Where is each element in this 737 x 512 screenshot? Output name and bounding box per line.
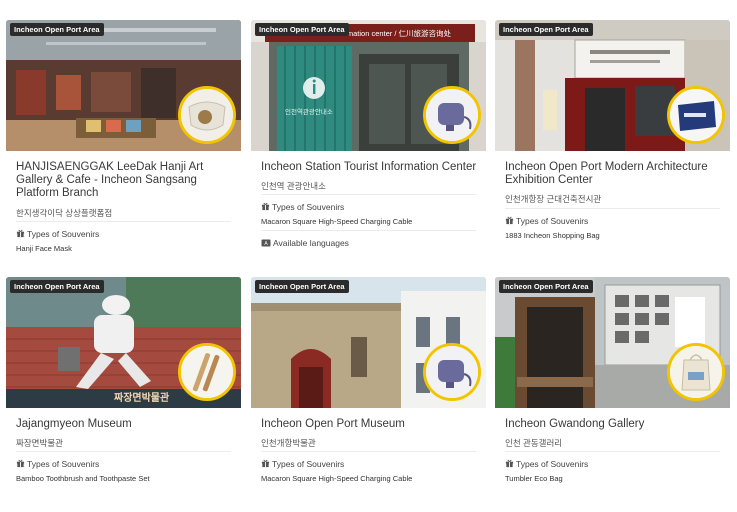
gift-icon (261, 202, 270, 211)
place-name-korean: 한지생각이닥 상상플랫폼점 (16, 208, 113, 218)
area-tag: Incheon Open Port Area (255, 280, 349, 293)
place-card[interactable]: Incheon tourist information center / 仁川旅… (251, 20, 486, 260)
charging-cable-image (426, 89, 478, 141)
place-photo[interactable]: Incheon Open Port Area (251, 277, 486, 408)
souvenir-thumbnail (423, 86, 481, 144)
area-tag: Incheon Open Port Area (499, 280, 593, 293)
souvenir-thumbnail (667, 343, 725, 401)
souvenir-value: Bamboo Toothbrush and Toothpaste Set (16, 474, 150, 483)
place-name-korean: 인천 관동갤러리 (505, 438, 563, 448)
souvenir-value: Macaron Square High-Speed Charging Cable (261, 474, 413, 483)
souvenir-thumbnail (178, 343, 236, 401)
place-card[interactable]: Incheon Open Port Area HANJISAENGGAK Lee… (6, 20, 241, 260)
languages-label: A Available languages (261, 238, 349, 248)
gift-icon (505, 459, 514, 468)
tumbler-eco-bag-image (670, 346, 722, 398)
place-name-korean: 인천개항장 근대건축전시관 (505, 194, 602, 204)
souvenir-types-label: Types of Souvenirs (16, 459, 99, 469)
souvenir-types-label: Types of Souvenirs (16, 229, 99, 239)
place-name-korean: 인천개항박물관 (261, 438, 316, 448)
place-name[interactable]: Incheon Open Port Modern Architecture Ex… (505, 161, 725, 187)
divider (505, 208, 720, 209)
place-name[interactable]: Incheon Open Port Museum (261, 418, 481, 431)
divider (16, 451, 231, 452)
gift-icon (505, 216, 514, 225)
gift-icon (16, 459, 25, 468)
place-name[interactable]: HANJISAENGGAK LeeDak Hanji Art Gallery &… (16, 161, 236, 200)
souvenir-thumbnail (423, 343, 481, 401)
sign-text-korean: 인천역관광안내소 (285, 109, 333, 116)
souvenir-types-label: Types of Souvenirs (261, 202, 344, 212)
place-card[interactable]: Incheon Open Port Area Incheon Gwandong … (495, 277, 730, 502)
souvenir-types-label: Types of Souvenirs (505, 459, 588, 469)
place-photo[interactable]: Incheon Open Port Area (495, 277, 730, 408)
souvenir-types-label: Types of Souvenirs (261, 459, 344, 469)
sign-text: 짜장면박물관 (114, 393, 170, 404)
language-icon: A (261, 239, 271, 247)
charging-cable-image (426, 346, 478, 398)
souvenir-value: Macaron Square High-Speed Charging Cable (261, 217, 413, 226)
area-tag: Incheon Open Port Area (10, 23, 104, 36)
divider (261, 194, 476, 195)
souvenir-value: Tumbler Eco Bag (505, 474, 563, 483)
gift-icon (16, 229, 25, 238)
face-mask-image (181, 89, 233, 141)
divider (16, 221, 231, 222)
divider (505, 451, 720, 452)
shopping-bag-image (670, 89, 722, 141)
place-card[interactable]: Incheon Open Port Area Incheon Open Port… (251, 277, 486, 502)
gift-icon (261, 459, 270, 468)
place-photo[interactable]: Incheon Open Port Area (6, 20, 241, 151)
area-tag: Incheon Open Port Area (255, 23, 349, 36)
area-tag: Incheon Open Port Area (499, 23, 593, 36)
souvenir-value: 1883 Incheon Shopping Bag (505, 231, 600, 240)
souvenir-thumbnail (667, 86, 725, 144)
place-photo[interactable]: Incheon tourist information center / 仁川旅… (251, 20, 486, 151)
divider (261, 451, 476, 452)
divider (261, 230, 476, 231)
place-name-korean: 짜장면박물관 (16, 438, 63, 448)
toothbrush-set-image (181, 346, 233, 398)
place-name[interactable]: Incheon Station Tourist Information Cent… (261, 161, 481, 174)
place-name-korean: 인천역 관광안내소 (261, 181, 326, 191)
area-tag: Incheon Open Port Area (10, 280, 104, 293)
place-name[interactable]: Jajangmyeon Museum (16, 418, 236, 431)
place-photo[interactable]: 짜장면박물관 Incheon Open Port Area (6, 277, 241, 408)
place-card[interactable]: Incheon Open Port Area Incheon Open Port… (495, 20, 730, 260)
souvenir-value: Hanji Face Mask (16, 244, 72, 253)
place-card[interactable]: 짜장면박물관 Incheon Open Port Area Jajangmyeo… (6, 277, 241, 502)
souvenir-types-label: Types of Souvenirs (505, 216, 588, 226)
souvenir-thumbnail (178, 86, 236, 144)
place-photo[interactable]: Incheon Open Port Area (495, 20, 730, 151)
place-name[interactable]: Incheon Gwandong Gallery (505, 418, 725, 431)
